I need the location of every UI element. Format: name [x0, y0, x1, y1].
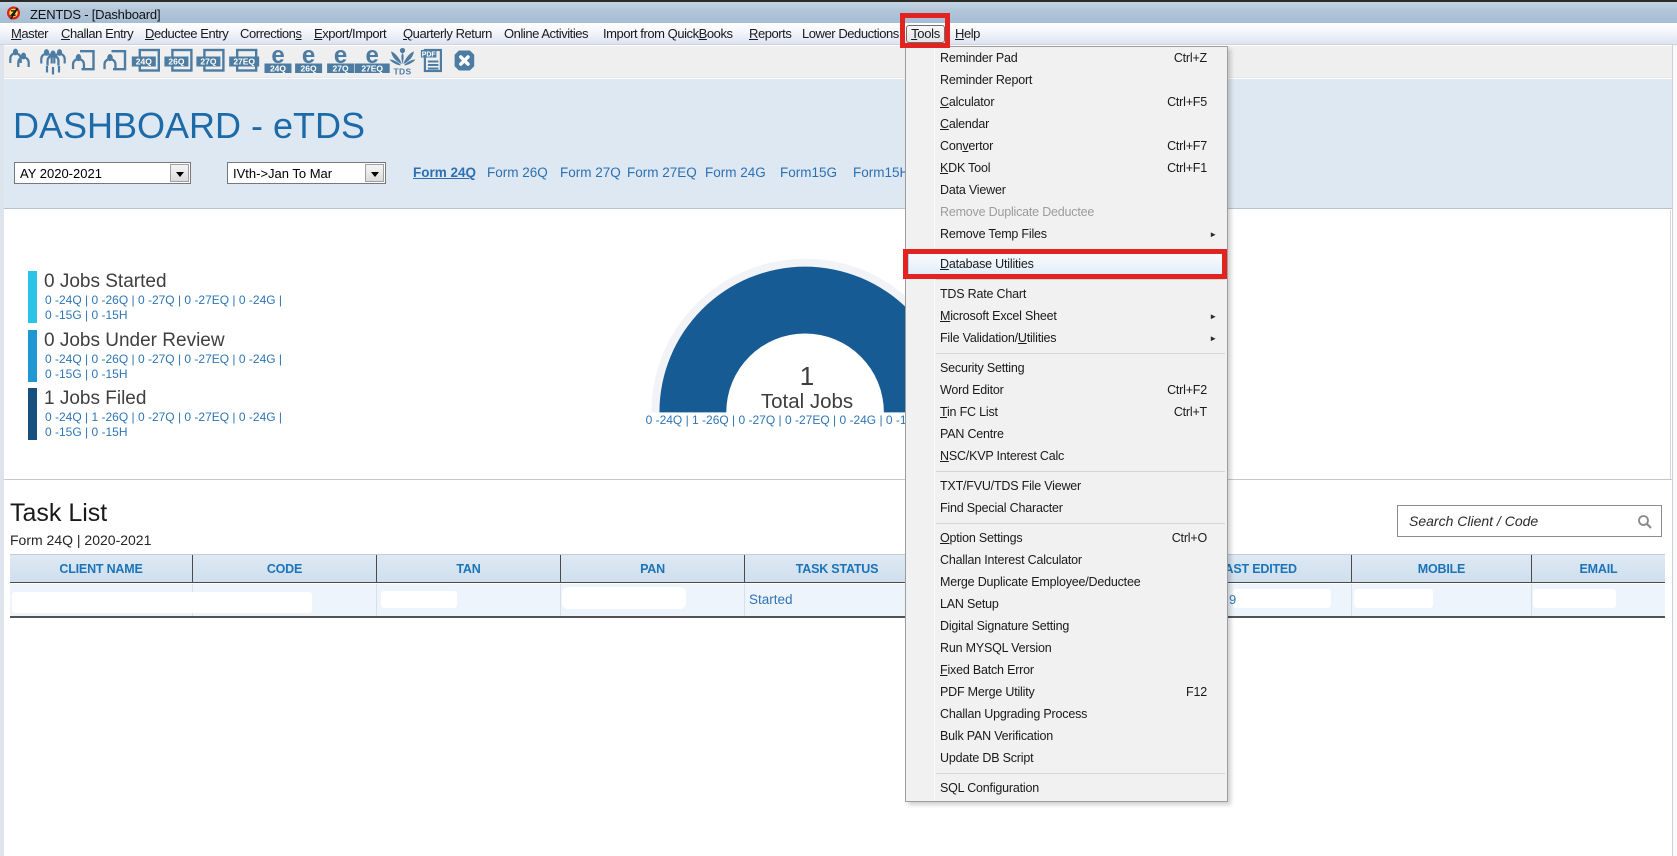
- svg-text:27EQ: 27EQ: [361, 63, 383, 73]
- svg-text:26Q: 26Q: [168, 57, 184, 67]
- svg-text:TDS: TDS: [394, 67, 412, 77]
- svg-text:24Q: 24Q: [270, 63, 286, 73]
- svg-text:27EQ: 27EQ: [233, 57, 255, 67]
- svg-text:PDF: PDF: [422, 52, 437, 59]
- svg-text:24Q: 24Q: [136, 57, 152, 67]
- svg-text:26Q: 26Q: [301, 63, 317, 73]
- svg-text:27Q: 27Q: [333, 63, 349, 73]
- svg-text:27Q: 27Q: [200, 57, 216, 67]
